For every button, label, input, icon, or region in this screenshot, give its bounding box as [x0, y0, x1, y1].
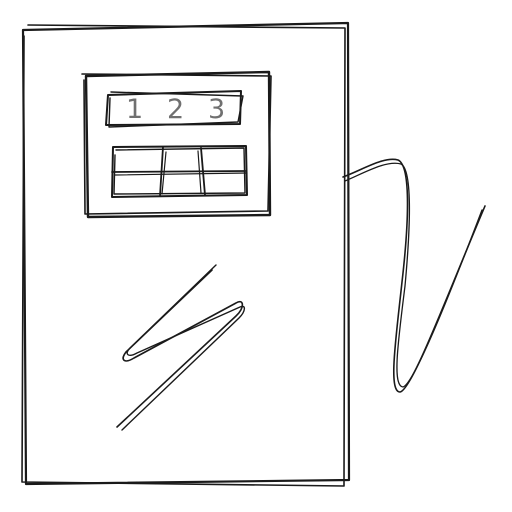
keypad-grid	[111, 145, 248, 198]
display-digit-1: 1	[126, 94, 143, 125]
lightning-squiggle-icon	[116, 264, 246, 431]
fuel-pump-sketch: 1 2 3	[21, 21, 486, 487]
display-window: 1 2 3	[105, 90, 244, 128]
power-cord-icon	[342, 158, 486, 393]
display-digit-3: 3	[208, 94, 225, 125]
display-digit-2: 2	[167, 94, 184, 125]
